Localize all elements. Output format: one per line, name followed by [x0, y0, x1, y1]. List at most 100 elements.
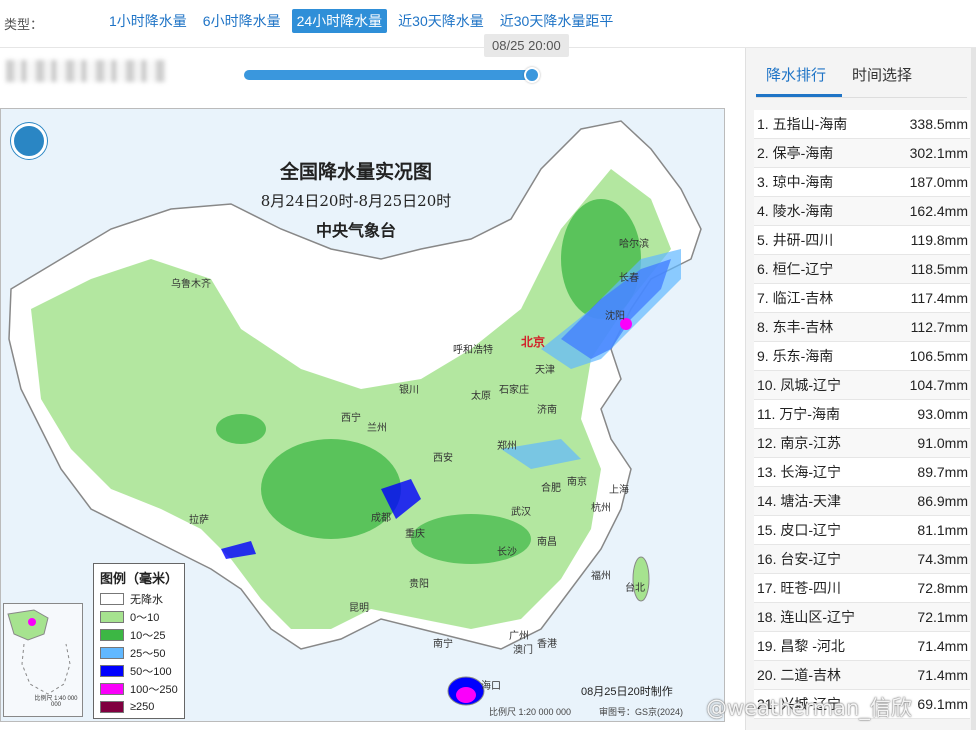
map-issuer: 中央气象台 [315, 221, 396, 240]
city-label: 福州 [591, 571, 611, 582]
legend-label: 100～250 [130, 684, 178, 696]
cma-logo-icon [11, 123, 47, 159]
ranking-row[interactable]: 7. 临江-吉林 117.4mm [754, 284, 970, 313]
city-label: 海口 [481, 681, 501, 692]
ranking-row[interactable]: 19. 昌黎 -河北 71.4mm [754, 632, 970, 661]
legend-item: 10～25 [100, 626, 178, 644]
inset-caption: 比例尺 1:40 000 000 [34, 696, 78, 708]
panel-tabs: 降水排行 时间选择 [756, 48, 967, 98]
ranking-row[interactable]: 12. 南京-江苏 91.0mm [754, 429, 970, 458]
precipitation-map: 全国降水量实况图 8月24日20时-8月25日20时 中央气象台 乌鲁木齐 哈尔… [0, 108, 725, 722]
ranking-row[interactable]: 20. 二道-吉林 71.4mm [754, 661, 970, 690]
station-name: 4. 陵水-海南 [757, 203, 834, 219]
precip-value: 86.9mm [917, 493, 968, 509]
watermark: @weatherman_信欣 [706, 696, 912, 720]
ranking-row[interactable]: 3. 琼中-海南 187.0mm [754, 168, 970, 197]
tab-precip-ranking[interactable]: 降水排行 [766, 64, 826, 85]
precip-value: 119.8mm [910, 232, 968, 248]
city-label: 西宁 [341, 413, 361, 424]
type-tabs: 1小时降水量 6小时降水量 24小时降水量 近30天降水量 近30天降水量距平 [104, 9, 618, 33]
legend-swatch [100, 629, 124, 641]
precip-value: 69.1mm [917, 696, 968, 712]
station-name: 11. 万宁-海南 [757, 406, 840, 422]
ranking-row[interactable]: 18. 连山区-辽宁 72.1mm [754, 603, 970, 632]
ranking-row[interactable]: 15. 皮口-辽宁 81.1mm [754, 516, 970, 545]
tab-time-select[interactable]: 时间选择 [852, 64, 912, 85]
precip-value: 117.4mm [910, 290, 968, 306]
city-label: 台北 [625, 583, 645, 594]
precip-value: 72.8mm [917, 580, 968, 596]
tab-1h-precip[interactable]: 1小时降水量 [104, 9, 192, 33]
ranking-row[interactable]: 5. 井研-四川 119.8mm [754, 226, 970, 255]
city-label: 合肥 [541, 483, 561, 494]
precip-value: 302.1mm [909, 145, 968, 161]
city-label: 南昌 [537, 537, 557, 548]
tab-24h-precip[interactable]: 24小时降水量 [291, 9, 388, 33]
inset-spot [28, 618, 36, 626]
city-label: 银川 [399, 385, 419, 396]
city-label: 重庆 [405, 529, 425, 540]
city-label: 沈阳 [605, 311, 625, 322]
panel-scrollbar[interactable] [971, 48, 976, 730]
inset-dashes [21, 643, 71, 695]
ranking-row[interactable]: 8. 东丰-吉林 112.7mm [754, 313, 970, 342]
station-name: 7. 临江-吉林 [757, 290, 834, 306]
precip-value: 187.0mm [909, 174, 968, 190]
ranking-row[interactable]: 11. 万宁-海南 93.0mm [754, 400, 970, 429]
city-label: 兰州 [367, 423, 387, 434]
city-label: 长沙 [497, 547, 517, 558]
legend-swatch [100, 701, 124, 713]
city-label-capital: 北京 [521, 335, 546, 349]
south-china-sea-inset: 比例尺 1:40 000 000 [3, 603, 83, 717]
map-title: 全国降水量实况图 [279, 161, 432, 183]
ranking-row[interactable]: 9. 乐东-海南 106.5mm [754, 342, 970, 371]
precip-value: 71.4mm [917, 638, 968, 654]
ranking-row[interactable]: 6. 桓仁-辽宁 118.5mm [754, 255, 970, 284]
station-name: 6. 桓仁-辽宁 [757, 261, 834, 277]
station-name: 1. 五指山-海南 [757, 116, 848, 132]
map-footer: 08月25日20时制作 [581, 686, 673, 698]
map-title-block: 全国降水量实况图 8月24日20时-8月25日20时 中央气象台 [221, 157, 491, 241]
city-label: 天津 [535, 365, 555, 376]
legend-item: 25～50 [100, 644, 178, 662]
tab-6h-precip[interactable]: 6小时降水量 [198, 9, 286, 33]
city-label: 昆明 [349, 603, 369, 614]
legend-item: 无降水 [100, 590, 178, 608]
station-name: 8. 东丰-吉林 [757, 319, 834, 335]
rain-10-25-patch [216, 414, 266, 444]
time-slider-track[interactable] [244, 67, 540, 83]
ranking-row[interactable]: 13. 长海-辽宁 89.7mm [754, 458, 970, 487]
city-label: 济南 [537, 405, 557, 416]
station-name: 19. 昌黎 -河北 [757, 638, 845, 654]
inset-coast [7, 609, 49, 641]
city-label: 太原 [471, 391, 491, 402]
ranking-panel: 降水排行 时间选择 1. 五指山-海南 338.5mm 2. 保亭-海南 302.1m… [745, 48, 976, 730]
ranking-row[interactable]: 14. 塘沽-天津 86.9mm [754, 487, 970, 516]
ranking-row[interactable]: 2. 保亭-海南 302.1mm [754, 139, 970, 168]
time-slider-handle[interactable] [524, 67, 540, 83]
legend-label: 0～10 [130, 612, 160, 624]
ranking-row[interactable]: 4. 陵水-海南 162.4mm [754, 197, 970, 226]
station-name: 3. 琼中-海南 [757, 174, 834, 190]
legend-swatch [100, 665, 124, 677]
ranking-row[interactable]: 16. 台安-辽宁 74.3mm [754, 545, 970, 574]
precip-value: 162.4mm [909, 203, 968, 219]
time-slider-fill [244, 70, 534, 80]
tab-30d-anomaly[interactable]: 近30天降水量距平 [495, 9, 619, 33]
legend-title: 图例（毫米） [100, 572, 179, 587]
city-label: 贵阳 [409, 579, 429, 590]
time-slider-area: 08/25 20:00 [0, 34, 745, 106]
legend-swatch [100, 593, 124, 605]
city-label: 广州 [509, 631, 529, 642]
legend-item: 100～250 [100, 680, 178, 698]
precip-value: 93.0mm [917, 406, 968, 422]
ranking-row[interactable]: 17. 旺苍-四川 72.8mm [754, 574, 970, 603]
ranking-row[interactable]: 1. 五指山-海南 338.5mm [754, 110, 970, 139]
legend-label: ≥250 [130, 701, 155, 713]
ranking-row[interactable]: 10. 凤城-辽宁 104.7mm [754, 371, 970, 400]
legend-label: 10～25 [130, 630, 166, 642]
rain-100-250-spot [456, 687, 476, 703]
tab-30d-precip[interactable]: 近30天降水量 [393, 9, 489, 33]
type-label: 类型： [4, 17, 44, 32]
rain-10-25-patch [261, 439, 401, 539]
